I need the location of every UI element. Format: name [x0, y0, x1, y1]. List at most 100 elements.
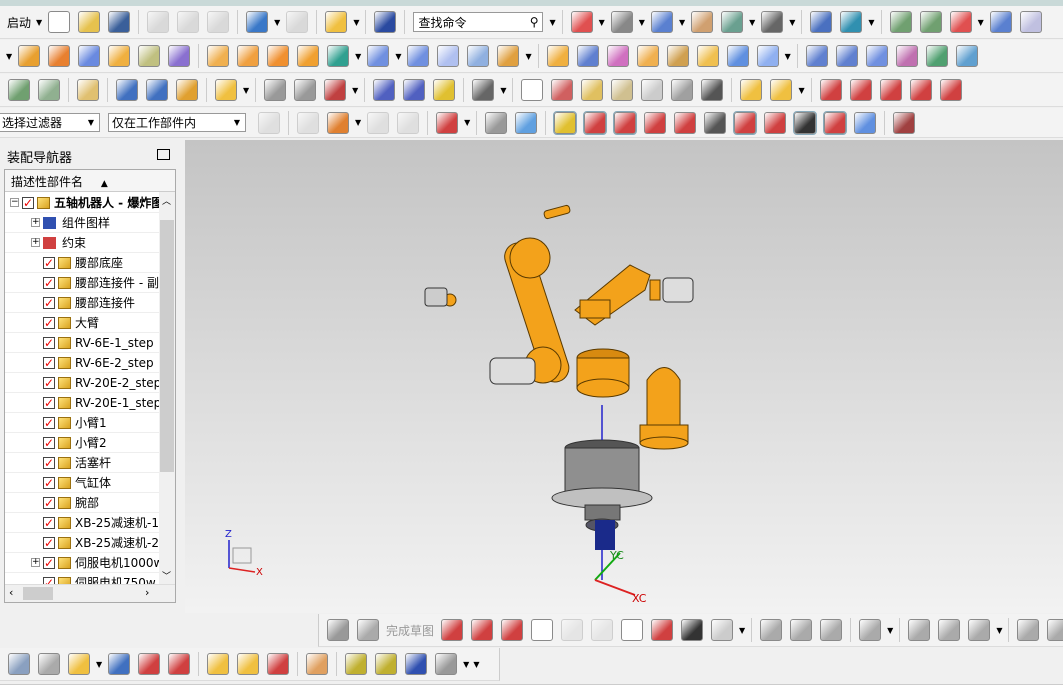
- show-constraints-icon[interactable]: [968, 619, 991, 641]
- pattern-icon[interactable]: [581, 79, 604, 101]
- line-icon[interactable]: [819, 79, 842, 101]
- note-icon[interactable]: [641, 79, 664, 101]
- visibility-checkbox[interactable]: ✓: [43, 436, 55, 449]
- tree-item[interactable]: + ✓ 伺服电机1000w: [5, 553, 159, 573]
- layer-settings-icon[interactable]: [889, 11, 912, 33]
- copy-icon[interactable]: [177, 11, 200, 33]
- resize-icon[interactable]: [756, 45, 779, 67]
- render-style-icon[interactable]: [610, 11, 633, 33]
- undo-icon[interactable]: [246, 11, 269, 33]
- dropdown-arrow-icon[interactable]: ▼: [749, 18, 755, 27]
- arc-icon[interactable]: [849, 79, 872, 101]
- grid-icon[interactable]: [893, 111, 916, 134]
- visibility-checkbox[interactable]: ✓: [43, 416, 55, 429]
- visibility-checkbox[interactable]: ✓: [43, 496, 55, 509]
- cut-icon[interactable]: [147, 11, 170, 33]
- scroll-up-icon[interactable]: ︿: [162, 194, 171, 207]
- tension-spring-icon[interactable]: [403, 79, 426, 101]
- collapse-icon[interactable]: −: [10, 198, 19, 207]
- offset-face-icon[interactable]: [546, 45, 569, 67]
- geometric-constraint-icon[interactable]: [908, 619, 931, 641]
- tree-item[interactable]: ✓ RV-20E-2_step: [5, 373, 159, 393]
- dropdown-arrow-icon[interactable]: ▼: [353, 18, 359, 27]
- check-clearance-icon[interactable]: [146, 79, 168, 101]
- assembly-constraint-icon[interactable]: [840, 11, 863, 33]
- exploded-view-icon[interactable]: [435, 653, 458, 675]
- check-geometry-icon[interactable]: [116, 79, 138, 101]
- split-body-icon[interactable]: [467, 45, 490, 67]
- chamfer-icon[interactable]: [606, 45, 629, 67]
- check-interference-icon[interactable]: [176, 79, 198, 101]
- dropdown-arrow-icon[interactable]: ▼: [96, 660, 102, 669]
- weld-icon[interactable]: [671, 79, 694, 101]
- thread-icon[interactable]: [264, 79, 287, 101]
- scroll-down-icon[interactable]: ﹀: [162, 569, 171, 582]
- surface-icon[interactable]: [805, 45, 828, 67]
- select-all-icon[interactable]: [258, 111, 280, 134]
- sketch-line-icon[interactable]: [471, 619, 494, 641]
- wcs-icon[interactable]: [949, 11, 972, 33]
- scrollbar-thumb[interactable]: [23, 587, 53, 600]
- dropdown-arrow-icon[interactable]: ▼: [525, 52, 531, 61]
- visibility-checkbox[interactable]: ✓: [43, 556, 55, 569]
- move-face-icon[interactable]: [636, 45, 659, 67]
- tolerance-10h7-icon[interactable]: [701, 79, 724, 101]
- edge-blend-icon[interactable]: [497, 45, 520, 67]
- dropdown-arrow-icon[interactable]: ▼: [463, 660, 469, 669]
- snap-filter-icon[interactable]: [327, 111, 349, 134]
- tree-item[interactable]: ✓ RV-20E-1_step: [5, 393, 159, 413]
- tree-item[interactable]: ✓ 腰部底座: [5, 253, 159, 273]
- paste-icon[interactable]: [207, 11, 230, 33]
- graphics-viewport[interactable]: YC XC Z X: [185, 140, 1063, 613]
- blend-curve-icon[interactable]: [909, 79, 932, 101]
- background-color-icon[interactable]: [761, 11, 784, 33]
- clip-view-icon[interactable]: [721, 11, 744, 33]
- convert-reference-icon[interactable]: [1017, 619, 1040, 641]
- scroll-right-icon[interactable]: ›: [145, 586, 149, 599]
- selection-filter-dropdown[interactable]: 选择过滤器 ▼: [0, 113, 100, 132]
- visibility-checkbox[interactable]: ✓: [43, 456, 55, 469]
- profile-icon[interactable]: [441, 619, 464, 641]
- dropdown-arrow-icon[interactable]: ▼: [464, 118, 470, 127]
- chamfer-sketch-icon[interactable]: [591, 619, 614, 641]
- mesh-surface-icon[interactable]: [835, 45, 858, 67]
- tree-item[interactable]: ✓ 小臂2: [5, 433, 159, 453]
- tree-item[interactable]: ✓ XB-25减速机-2: [5, 533, 159, 553]
- boss-icon[interactable]: [108, 45, 131, 67]
- selection-scope-dropdown[interactable]: 仅在工作部件内 ▼: [108, 113, 246, 132]
- rectangle-icon[interactable]: [621, 619, 644, 641]
- expand-icon[interactable]: +: [31, 238, 40, 247]
- dropdown-arrow-icon[interactable]: ▼: [352, 86, 358, 95]
- pmi-note-icon[interactable]: [215, 79, 237, 101]
- visibility-checkbox[interactable]: ✓: [43, 276, 55, 289]
- mirror-assembly-icon[interactable]: [237, 653, 260, 675]
- visibility-checkbox[interactable]: ✓: [43, 536, 55, 549]
- curve-point-icon[interactable]: [644, 111, 667, 134]
- relations-browser-icon[interactable]: [405, 653, 428, 675]
- visibility-checkbox[interactable]: ✓: [43, 396, 55, 409]
- dropdown-arrow-icon[interactable]: ▼: [500, 86, 506, 95]
- dimension-icon[interactable]: [859, 619, 882, 641]
- make-corner-icon[interactable]: [820, 619, 843, 641]
- wave-geometry-icon[interactable]: [306, 653, 329, 675]
- triangle-icon[interactable]: [521, 79, 544, 101]
- layer-stack-icon[interactable]: [8, 79, 30, 101]
- dropdown-arrow-icon[interactable]: ▼: [996, 626, 1002, 635]
- dropdown-arrow-icon[interactable]: ▼: [978, 18, 984, 27]
- fit-view-icon[interactable]: [570, 11, 593, 33]
- visibility-checkbox[interactable]: ✓: [43, 376, 55, 389]
- dropdown-arrow-icon[interactable]: ▼: [395, 52, 401, 61]
- dropdown-arrow-icon[interactable]: ▼: [599, 18, 605, 27]
- sketch-circle-icon[interactable]: [531, 619, 554, 641]
- part-icon[interactable]: [8, 653, 30, 675]
- studio-spline-icon[interactable]: [879, 79, 902, 101]
- dropdown-arrow-icon[interactable]: ▼: [887, 626, 893, 635]
- point-on-curve-icon[interactable]: [823, 110, 848, 135]
- new-file-icon[interactable]: [48, 11, 71, 33]
- tree-group[interactable]: + 组件图样: [5, 213, 159, 233]
- project-curve-icon[interactable]: [939, 79, 962, 101]
- group-icon[interactable]: [611, 79, 634, 101]
- tree-item[interactable]: ✓ RV-6E-2_step: [5, 353, 159, 373]
- create-sketch-icon[interactable]: [327, 619, 349, 641]
- analysis-icon[interactable]: [989, 11, 1012, 33]
